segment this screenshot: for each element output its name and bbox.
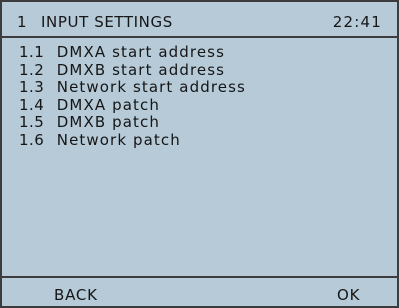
ok-button[interactable]: OK [337, 286, 360, 304]
softkey-bar: BACK OK [2, 276, 397, 308]
menu-item-number: 1.1 [19, 43, 45, 61]
menu-item-dmxa-start-address[interactable]: 1.1 DMXA start address [19, 43, 246, 62]
menu-item-number: 1.6 [19, 130, 45, 149]
settings-menu: 1.1 DMXA start address 1.2 DMXB start ad… [19, 43, 246, 150]
menu-item-dmxb-start-address[interactable]: 1.2 DMXB start address [19, 60, 246, 80]
menu-item-label: DMXA start address [56, 43, 226, 61]
menu-item-label: Network patch [56, 130, 181, 149]
menu-item-dmxa-patch[interactable]: 1.4 DMXA patch [19, 95, 246, 115]
back-button[interactable]: BACK [54, 286, 98, 304]
menu-item-number: 1.3 [19, 78, 45, 96]
page-title: INPUT SETTINGS [41, 13, 173, 31]
menu-number: 1 [17, 13, 28, 31]
lcd-screen: 1 INPUT SETTINGS 22:41 1.1 DMXA start ad… [0, 0, 399, 308]
menu-item-number: 1.4 [19, 95, 45, 114]
header-bar: 1 INPUT SETTINGS 22:41 [2, 2, 397, 38]
menu-item-network-start-address[interactable]: 1.3 Network start address [19, 78, 246, 97]
menu-item-network-patch[interactable]: 1.6 Network patch [19, 130, 246, 150]
menu-item-label: Network start address [56, 78, 246, 96]
menu-item-number: 1.5 [19, 113, 45, 131]
menu-item-label: DMXB start address [56, 60, 226, 79]
menu-item-label: DMXA patch [56, 95, 160, 114]
menu-item-dmxb-patch[interactable]: 1.5 DMXB patch [19, 113, 246, 132]
menu-item-label: DMXB patch [56, 113, 160, 131]
clock: 22:41 [332, 13, 382, 31]
menu-item-number: 1.2 [19, 60, 45, 79]
